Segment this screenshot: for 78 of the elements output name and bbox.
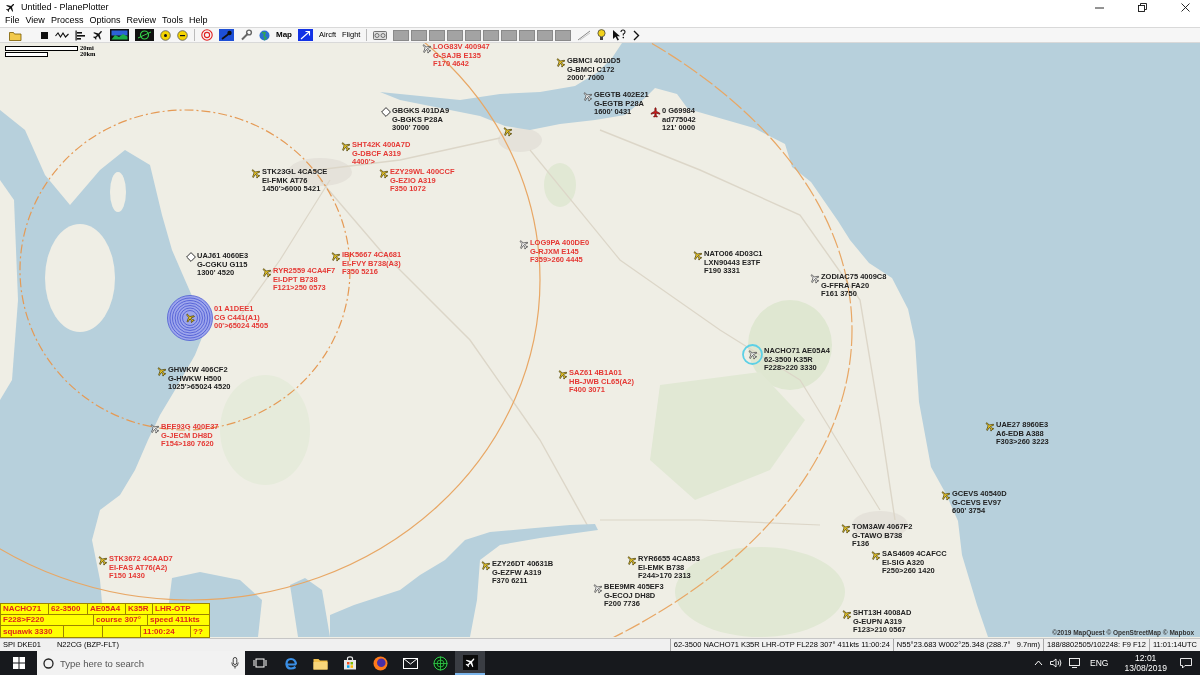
taskbar-app-button[interactable]	[455, 651, 485, 675]
browser-icon	[282, 655, 298, 671]
key-icon[interactable]	[219, 29, 234, 41]
blank-tile-icon[interactable]	[393, 29, 410, 41]
folder-icon	[312, 656, 328, 670]
blank-tile-icon[interactable]	[429, 29, 446, 41]
menu-item[interactable]: Tools	[158, 16, 186, 25]
windows-logo-icon[interactable]	[12, 657, 25, 669]
plane-icon[interactable]	[92, 29, 104, 41]
circled-plane-icon[interactable]	[742, 344, 763, 365]
info-field: 11:00:24	[141, 626, 191, 637]
lightbulb-icon[interactable]	[597, 29, 607, 41]
restore-icon[interactable]	[1138, 2, 1147, 12]
menu-item[interactable]: File	[2, 16, 23, 25]
close-icon[interactable]	[1181, 2, 1190, 12]
menu-item[interactable]: Options	[86, 16, 124, 25]
menu-item[interactable]: Review	[123, 16, 159, 25]
search-icon	[43, 657, 54, 669]
blank-tile-icon[interactable]	[411, 29, 428, 41]
info-field: LHR-OTP	[153, 604, 209, 614]
language-indicator[interactable]: ENG	[1087, 658, 1112, 668]
speaker-icon[interactable]	[1050, 658, 1063, 668]
info-field: 62-3500	[49, 604, 88, 614]
caret-up-icon[interactable]	[1034, 660, 1044, 666]
blank-tile-icon[interactable]	[465, 29, 482, 41]
radio-icon[interactable]	[373, 30, 388, 40]
window-title: Untitled - PlanePlotter	[21, 2, 109, 12]
blank-tile-icon[interactable]	[519, 29, 536, 41]
taskbar-time[interactable]: 12:01	[1135, 653, 1157, 663]
info-field: ??	[191, 626, 209, 637]
target-icon[interactable]	[201, 29, 213, 41]
dot-circle-icon[interactable]	[160, 29, 171, 41]
blank-tile-icon[interactable]	[483, 29, 500, 41]
minus-circle-icon[interactable]	[177, 29, 188, 41]
info-field: speed 411kts	[148, 615, 209, 625]
diamond-icon[interactable]	[186, 252, 196, 262]
help-cursor-icon[interactable]	[612, 29, 627, 41]
envelope-icon	[402, 657, 418, 669]
monitor-icon[interactable]	[1069, 658, 1081, 668]
menu-item[interactable]: View	[22, 16, 48, 25]
bar-chart-icon[interactable]	[75, 29, 86, 41]
plane-icon[interactable]	[650, 107, 661, 118]
taskbar-date[interactable]: 13/08/2019	[1124, 663, 1167, 673]
chat-bubble-icon[interactable]	[1180, 657, 1192, 669]
wave-icon[interactable]	[55, 30, 69, 40]
info-field: F228>F220	[1, 615, 94, 625]
menu-item[interactable]: Process	[47, 16, 87, 25]
diamond-icon[interactable]	[381, 107, 391, 117]
globe-icon[interactable]	[259, 29, 270, 41]
chevron-right-icon[interactable]	[632, 29, 641, 41]
blank-tile-icon[interactable]	[555, 29, 572, 41]
blank-tile-icon[interactable]	[447, 29, 464, 41]
plane-icon	[462, 654, 478, 670]
pencil-icon[interactable]	[577, 29, 592, 41]
crosshair-icon	[432, 655, 448, 671]
scope-tile-icon[interactable]	[135, 29, 154, 41]
shopping-bag-icon	[343, 656, 357, 670]
info-field: NACHO71	[1, 604, 49, 614]
menu-item[interactable]: Help	[185, 16, 211, 25]
plane-icon	[5, 1, 16, 13]
blank-tile-icon[interactable]	[501, 29, 518, 41]
landscape-tile-icon[interactable]	[110, 29, 129, 41]
map-button[interactable]: Map	[276, 31, 292, 39]
stop-icon[interactable]	[40, 30, 49, 40]
arrow-tile-icon[interactable]	[298, 29, 313, 41]
folder-icon[interactable]	[9, 29, 22, 41]
task-view-icon[interactable]	[253, 657, 267, 669]
info-field: AE05A4	[88, 604, 126, 614]
wrench-icon[interactable]	[240, 29, 253, 41]
search-box[interactable]: Type here to search	[37, 651, 245, 675]
blank-tile-icon[interactable]	[537, 29, 554, 41]
info-field: squawk 3330	[1, 626, 64, 637]
globe-icon	[372, 655, 388, 671]
search-field[interactable]: Type here to search	[60, 655, 225, 671]
concentric-rings-icon[interactable]	[167, 295, 213, 341]
info-field: course 307°	[94, 615, 148, 625]
microphone-icon[interactable]	[231, 657, 239, 669]
info-field: K35R	[126, 604, 153, 614]
